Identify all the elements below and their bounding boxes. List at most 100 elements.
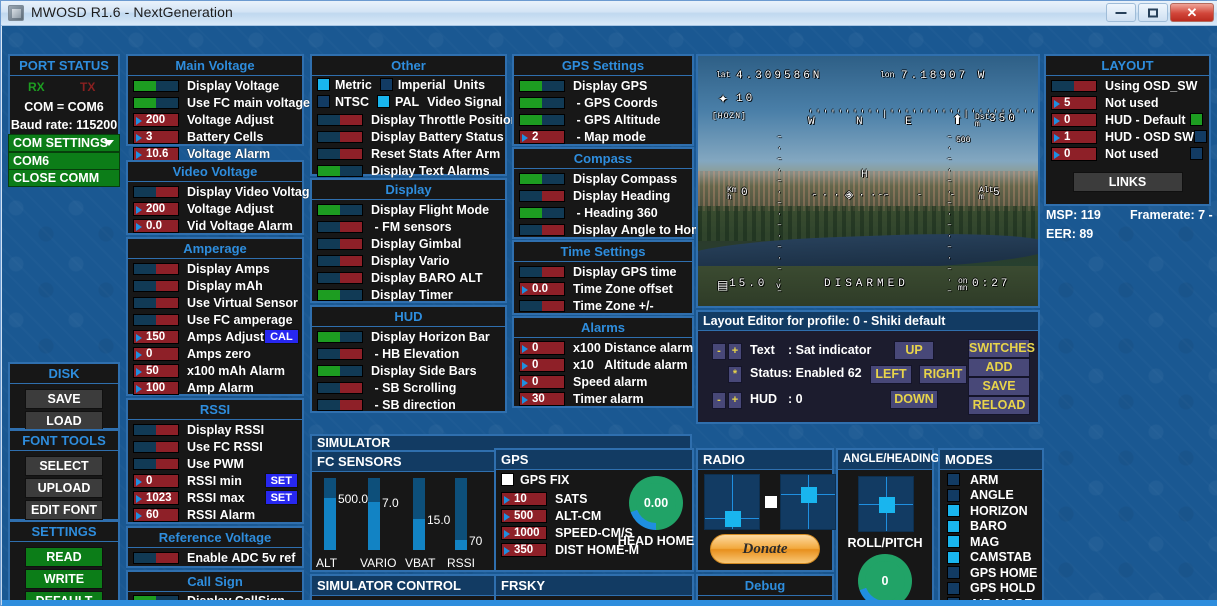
setting-row[interactable]: 0 x10 Altitude alarm <box>514 356 692 373</box>
display-battery-status-toggle[interactable] <box>317 130 363 143</box>
edit-font-button[interactable]: EDIT FONT <box>25 500 103 520</box>
setting-row[interactable]: - Heading 360 <box>514 204 692 221</box>
right-stick-handle[interactable] <box>801 487 817 503</box>
add-button[interactable]: ADD <box>968 358 1030 377</box>
layout-save-button[interactable]: SAVE <box>968 377 1030 396</box>
setting-row[interactable]: Use FC amperage <box>128 311 302 328</box>
left-stick-handle[interactable] <box>725 511 741 527</box>
links-button[interactable]: LINKS <box>1072 172 1183 192</box>
rssi-slider-fill[interactable] <box>455 540 467 550</box>
maximize-button[interactable] <box>1138 3 1168 22</box>
move-right-button[interactable]: RIGHT <box>919 365 967 384</box>
vid-voltage-alarm-field[interactable]: 0.0 <box>133 218 179 233</box>
camstab-checkbox[interactable] <box>947 550 960 564</box>
display-side-bars-toggle[interactable] <box>317 364 363 377</box>
radio-aux-handle[interactable] <box>765 496 777 508</box>
not-used-field[interactable]: 0 <box>1051 146 1097 161</box>
gps-sim-row[interactable]: 1000 SPEED-CM/S <box>496 524 633 541</box>
gps-home-checkbox[interactable] <box>947 566 960 580</box>
setting-row[interactable]: Display Throttle Position <box>312 111 518 128</box>
setting-row[interactable]: 0.0 Time Zone offset <box>514 280 692 297</box>
setting-row[interactable]: 5 Not used <box>1046 94 1209 111</box>
setting-row[interactable]: 1023 RSSI max SET <box>128 489 302 506</box>
alt-cm-field[interactable]: 500 <box>501 508 547 523</box>
alt-slider-fill[interactable] <box>324 498 336 550</box>
gps-hold-checkbox[interactable] <box>947 581 960 595</box>
timer-alarm-field[interactable]: 30 <box>519 391 565 406</box>
setting-row[interactable]: Display Vario <box>312 252 505 269</box>
setting-row[interactable]: Enable ADC 5v ref <box>128 549 302 566</box>
setting-row[interactable]: 0.0 Vid Voltage Alarm <box>128 217 302 234</box>
use-virtual-sensor-toggle[interactable] <box>133 296 179 309</box>
hud-osd-sw-field[interactable]: 1 <box>1051 129 1097 144</box>
settings-read-button[interactable]: READ <box>25 547 103 567</box>
display-video-voltage-toggle[interactable] <box>133 185 179 198</box>
horizon-checkbox[interactable] <box>947 504 960 518</box>
reset-stats-after-arm-toggle[interactable] <box>317 147 363 160</box>
setting-row[interactable]: Display GPS time <box>514 263 692 280</box>
setting-row[interactable]: 50 x100 mAh Alarm <box>128 362 302 379</box>
setting-row[interactable]: Display BARO ALT <box>312 269 505 286</box>
text-increment-button[interactable]: + <box>728 343 742 360</box>
sb-direction-toggle[interactable] <box>317 398 363 411</box>
minimize-button[interactable] <box>1106 3 1136 22</box>
close-button[interactable]: ✕ <box>1170 3 1214 22</box>
map-mode-field[interactable]: 2 <box>519 129 565 144</box>
display-text-alarms-toggle[interactable] <box>317 164 363 177</box>
setting-row[interactable]: 0 RSSI min SET <box>128 472 302 489</box>
hb-elevation-toggle[interactable] <box>317 347 363 360</box>
setting-row[interactable]: Use PWM <box>128 455 302 472</box>
mag-checkbox[interactable] <box>947 535 960 549</box>
mode-row[interactable]: ARM <box>940 472 1042 488</box>
setting-row[interactable]: 3 Battery Cells <box>128 128 302 145</box>
setting-row[interactable]: 1 HUD - OSD SW <box>1046 128 1209 145</box>
setting-row[interactable]: Display Voltage <box>128 77 302 94</box>
display-flight-mode-toggle[interactable] <box>317 203 363 216</box>
battery-cells-field[interactable]: 3 <box>133 129 179 144</box>
font-upload-button[interactable]: UPLOAD <box>25 478 103 498</box>
rssi-min-action-button[interactable]: SET <box>264 473 298 488</box>
setting-row[interactable]: - SB direction <box>312 396 505 413</box>
setting-row[interactable]: - GPS Coords <box>514 94 692 111</box>
gps-sim-row[interactable]: 350 DIST HOME-M <box>496 541 639 558</box>
voltage-adjust-field[interactable]: 200 <box>133 112 179 127</box>
display-amps-toggle[interactable] <box>133 262 179 275</box>
using-osd-sw-toggle[interactable] <box>1051 79 1097 92</box>
layout-reload-button[interactable]: RELOAD <box>968 396 1030 415</box>
dist-home-m-field[interactable]: 350 <box>501 542 547 557</box>
setting-row[interactable]: 2 - Map mode <box>514 128 692 145</box>
rssi-alarm-field[interactable]: 60 <box>133 507 179 522</box>
setting-row[interactable]: Display Gimbal <box>312 235 505 252</box>
roll-pitch-pad[interactable] <box>858 476 914 532</box>
setting-row[interactable]: 100 Amp Alarm <box>128 379 302 396</box>
display-vario-toggle[interactable] <box>317 254 363 267</box>
amps-adjust-action-button[interactable]: CAL <box>264 329 299 344</box>
heading-knob[interactable]: 0 <box>858 554 912 606</box>
arm-checkbox[interactable] <box>947 473 960 487</box>
setting-row[interactable]: Display Compass <box>514 170 692 187</box>
disk-load-button[interactable]: LOAD <box>25 411 103 431</box>
rssi-max-field[interactable]: 1023 <box>133 490 179 505</box>
setting-row[interactable]: - GPS Altitude <box>514 111 692 128</box>
setting-row[interactable]: Display Side Bars <box>312 362 505 379</box>
setting-row[interactable]: 0 HUD - Default <box>1046 111 1209 128</box>
x100-distance-alarm-field[interactable]: 0 <box>519 340 565 355</box>
radio-right-stick-pad[interactable] <box>780 474 836 530</box>
close-comm-button[interactable]: CLOSE COMM <box>8 169 120 187</box>
display-voltage-toggle[interactable] <box>133 79 179 92</box>
move-left-button[interactable]: LEFT <box>870 365 912 384</box>
switches-button[interactable]: SWITCHES <box>968 339 1035 358</box>
display-mah-toggle[interactable] <box>133 279 179 292</box>
metric-radio[interactable] <box>317 78 330 91</box>
setting-row[interactable]: 60 RSSI Alarm <box>128 506 302 523</box>
setting-row[interactable]: 0 x100 Distance alarm <box>514 339 693 356</box>
display-gimbal-toggle[interactable] <box>317 237 363 250</box>
move-up-button[interactable]: UP <box>894 341 934 360</box>
display-angle-to-home-toggle[interactable] <box>519 223 565 236</box>
mode-row[interactable]: BARO <box>940 519 1042 535</box>
setting-row[interactable]: Display GPS <box>514 77 692 94</box>
head-home-knob[interactable]: 0.00 <box>629 476 683 530</box>
mode-row[interactable]: GPS HOLD <box>940 581 1042 597</box>
mode-row[interactable]: CAMSTAB <box>940 550 1042 566</box>
roll-pitch-handle[interactable] <box>879 497 895 513</box>
